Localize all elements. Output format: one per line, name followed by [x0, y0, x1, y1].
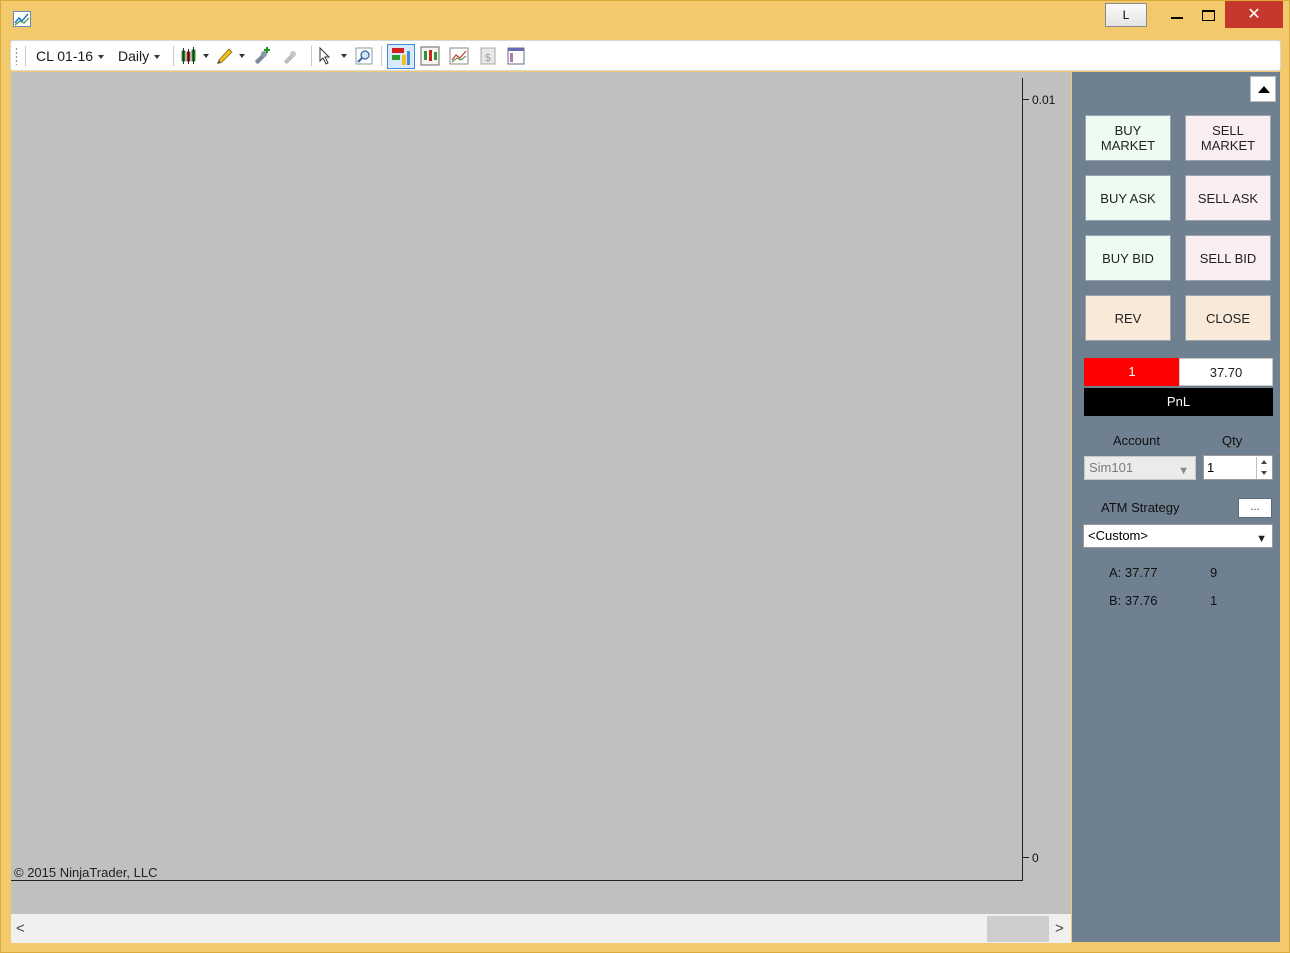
- horizontal-scrollbar[interactable]: < >: [11, 914, 1071, 943]
- chevron-down-icon: [98, 55, 105, 60]
- minimize-icon: [1171, 17, 1183, 20]
- scroll-left-icon[interactable]: <: [16, 920, 25, 937]
- interval-selector[interactable]: Daily: [118, 48, 161, 66]
- ask-size: 9: [1210, 565, 1218, 580]
- chevron-down-icon: [1261, 471, 1267, 475]
- bid-size: 1: [1210, 593, 1218, 608]
- qty-increment-button[interactable]: [1256, 457, 1271, 468]
- account-label: Account: [1113, 433, 1160, 448]
- y-tick: [1023, 99, 1029, 100]
- interval-label: Daily: [118, 48, 150, 64]
- qty-decrement-button[interactable]: [1256, 468, 1271, 479]
- sell-market-button[interactable]: SELL MARKET: [1185, 115, 1271, 161]
- add-indicator-icon[interactable]: [253, 46, 273, 66]
- toolbar-separator: [381, 46, 382, 66]
- collapse-panel-button[interactable]: [1250, 76, 1276, 102]
- reverse-button[interactable]: REV: [1085, 295, 1171, 341]
- instrument-selector[interactable]: CL 01-16: [36, 48, 105, 66]
- buy-ask-button[interactable]: BUY ASK: [1085, 175, 1171, 221]
- layout-button[interactable]: L: [1105, 3, 1147, 27]
- y-tick-label: 0: [1032, 851, 1039, 865]
- pnl-display[interactable]: PnL: [1084, 388, 1273, 416]
- chevron-down-icon[interactable]: [341, 54, 347, 58]
- qty-label: Qty: [1222, 433, 1243, 448]
- performance-icon[interactable]: $: [478, 46, 498, 66]
- instrument-label: CL 01-16: [36, 48, 94, 64]
- atm-strategy-label: ATM Strategy: [1101, 500, 1180, 515]
- atm-strategy-select[interactable]: <Custom> ▼: [1083, 524, 1273, 548]
- sell-ask-button[interactable]: SELL ASK: [1185, 175, 1271, 221]
- chart-trader-panel: BUY MARKET SELL MARKET BUY ASK SELL ASK …: [1072, 72, 1280, 942]
- time-axis[interactable]: [11, 880, 1023, 881]
- maximize-icon: [1201, 9, 1215, 21]
- y-tick-label: 0.01: [1032, 93, 1056, 107]
- chevron-up-icon: [1258, 86, 1270, 93]
- svg-text:$: $: [485, 51, 492, 64]
- close-position-button[interactable]: CLOSE: [1185, 295, 1271, 341]
- chevron-down-icon: ▼: [1178, 465, 1189, 477]
- zoom-icon[interactable]: [354, 46, 374, 66]
- chart-toolbar: CL 01-16 Daily $: [10, 40, 1281, 71]
- chevron-down-icon: [154, 55, 161, 60]
- title-bar[interactable]: L ✕: [1, 1, 1290, 39]
- atm-strategy-value: <Custom>: [1088, 528, 1148, 543]
- chart-canvas[interactable]: 0.01 0 © 2015 NinjaTrader, LLC: [11, 72, 1071, 914]
- ask-price: A: 37.77: [1109, 565, 1158, 580]
- toolbar-separator: [25, 46, 26, 66]
- sell-bid-button[interactable]: SELL BID: [1185, 235, 1271, 281]
- account-select[interactable]: Sim101 ▼: [1084, 456, 1196, 480]
- remove-indicator-icon[interactable]: [282, 46, 302, 66]
- chart-style-icon[interactable]: [180, 46, 200, 66]
- chevron-up-icon: [1261, 460, 1267, 464]
- chevron-down-icon[interactable]: [239, 54, 245, 58]
- toolbar-grip[interactable]: [15, 47, 18, 65]
- toolbar-separator: [173, 46, 174, 66]
- price-axis[interactable]: [1022, 78, 1023, 881]
- chart-app-icon: [13, 11, 31, 27]
- strategy-icon[interactable]: [449, 46, 469, 66]
- copyright-text: © 2015 NinjaTrader, LLC: [14, 865, 158, 880]
- data-series-icon[interactable]: [420, 46, 440, 66]
- close-window-button[interactable]: ✕: [1225, 1, 1283, 28]
- chart-window: L ✕ CL 01-16 Daily $ 0.01 0 © 2015 Ninja…: [0, 0, 1290, 953]
- buy-market-button[interactable]: BUY MARKET: [1085, 115, 1171, 161]
- chart-trader-icon[interactable]: [387, 44, 415, 69]
- chevron-down-icon: ▼: [1256, 533, 1267, 545]
- scrollbar-thumb[interactable]: [987, 916, 1049, 942]
- bid-price: B: 37.76: [1109, 593, 1158, 608]
- maximize-button[interactable]: [1193, 1, 1223, 28]
- qty-value: 1: [1207, 460, 1215, 475]
- drawing-tool-icon[interactable]: [216, 46, 236, 66]
- scroll-right-icon[interactable]: >: [1055, 920, 1064, 937]
- position-avg-price: 37.70: [1179, 358, 1273, 386]
- properties-icon[interactable]: [506, 46, 526, 66]
- minimize-button[interactable]: [1161, 1, 1193, 28]
- atm-strategy-edit-button[interactable]: ...: [1238, 498, 1272, 518]
- quantity-stepper[interactable]: 1: [1203, 455, 1273, 480]
- buy-bid-button[interactable]: BUY BID: [1085, 235, 1171, 281]
- toolbar-separator: [311, 46, 312, 66]
- y-tick: [1023, 857, 1029, 858]
- chevron-down-icon[interactable]: [203, 54, 209, 58]
- position-quantity: 1: [1084, 358, 1180, 386]
- account-value: Sim101: [1089, 460, 1134, 475]
- pointer-icon[interactable]: [317, 46, 337, 66]
